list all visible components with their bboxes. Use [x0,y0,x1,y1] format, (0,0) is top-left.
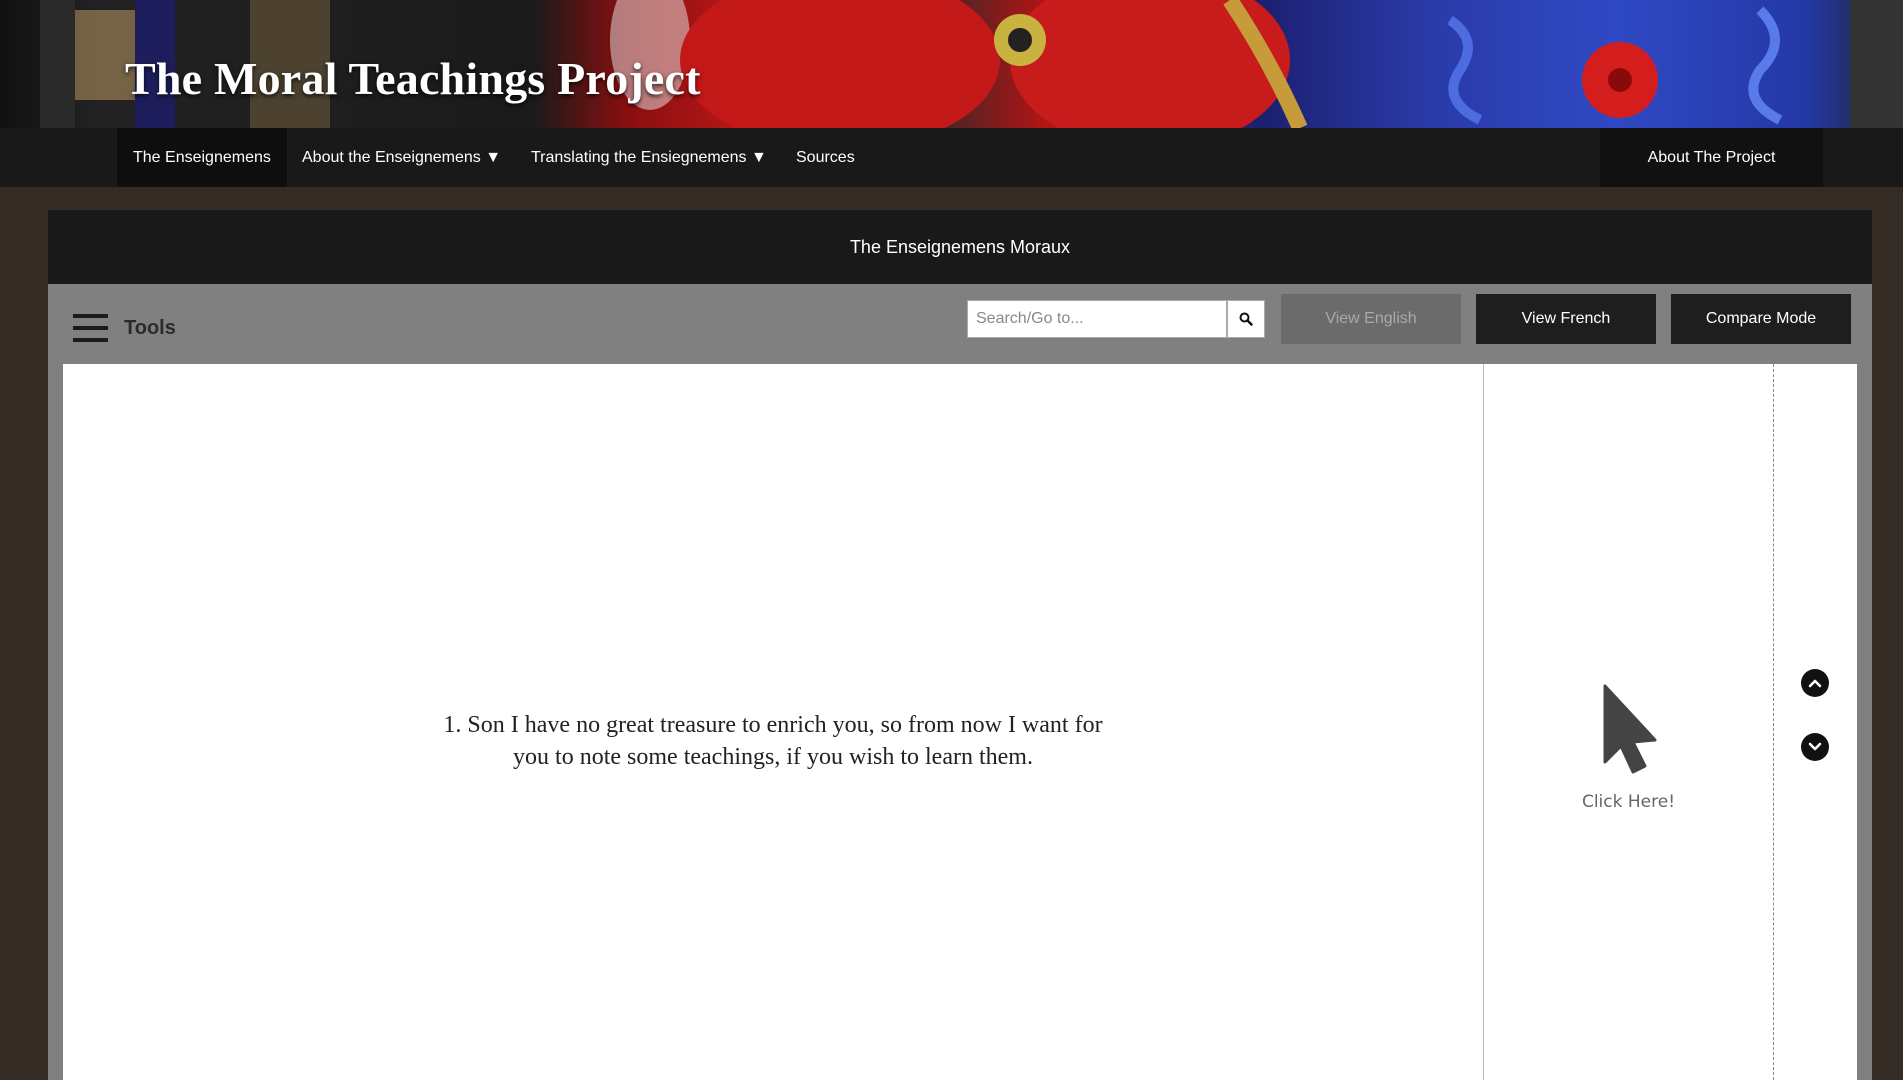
scroll-down-button[interactable] [1801,733,1829,761]
scroll-up-button[interactable] [1801,669,1829,697]
header-banner: The Moral Teachings Project [0,0,1903,128]
search-button[interactable] [1227,300,1265,338]
toolbar: Tools View English View French Compare M… [48,284,1872,364]
panel-title: The Enseignemens Moraux [48,210,1872,284]
cursor-pointer-icon[interactable] [1601,684,1661,774]
reader-panel: The Enseignemens Moraux Tools View Engli… [48,210,1872,1080]
hamburger-icon[interactable] [73,314,108,342]
site-title[interactable]: The Moral Teachings Project [125,52,701,105]
chevron-up-icon [1808,679,1822,688]
click-here-label[interactable]: Click Here! [1484,792,1773,812]
nav-item-translating[interactable]: Translating the Ensiegnemens ▼ [515,128,783,187]
verse-text: 1. Son I have no great treasure to enric… [443,712,1103,770]
nav-item-about-enseignemens[interactable]: About the Enseignemens ▼ [286,128,517,187]
nav-item-sources[interactable]: Sources [780,128,871,187]
view-english-button[interactable]: View English [1281,294,1461,344]
compare-mode-button[interactable]: Compare Mode [1671,294,1851,344]
text-area: 1. Son I have no great treasure to enric… [63,364,1483,1080]
tools-label[interactable]: Tools [124,317,176,340]
search-icon [1239,312,1253,326]
side-panel[interactable]: Click Here! [1484,364,1773,1080]
main-nav: The Enseignemens About the Enseignemens … [0,128,1903,187]
search-input[interactable] [967,300,1227,338]
nav-item-about-project[interactable]: About The Project [1600,128,1823,187]
reader-content: 1. Son I have no great treasure to enric… [63,364,1857,1080]
view-french-button[interactable]: View French [1476,294,1656,344]
nav-item-enseignemens[interactable]: The Enseignemens [117,128,287,187]
chevron-down-icon [1808,742,1822,751]
arrow-column [1774,364,1857,1080]
